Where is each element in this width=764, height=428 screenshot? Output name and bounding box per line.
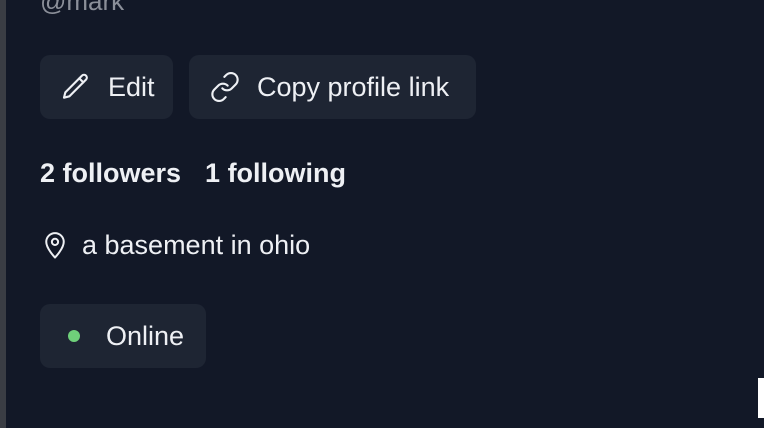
follow-stats: 2 followers 1 following: [40, 156, 346, 190]
following-count[interactable]: 1 following: [205, 156, 346, 190]
pencil-icon: [60, 71, 92, 103]
online-dot-icon: [68, 330, 80, 342]
map-pin-icon: [40, 228, 70, 262]
profile-panel: @mark Edit Copy profile link 2 followers: [0, 0, 764, 428]
status-badge[interactable]: Online: [40, 304, 206, 368]
copy-button-label: Copy profile link: [257, 71, 450, 102]
status-label: Online: [106, 320, 185, 351]
panel-border: [0, 0, 6, 428]
edit-button-label: Edit: [108, 71, 155, 102]
profile-location: a basement in ohio: [40, 228, 310, 262]
profile-actions: Edit Copy profile link: [40, 55, 476, 119]
copy-profile-link-button[interactable]: Copy profile link: [189, 55, 476, 119]
scroll-edge: [758, 378, 764, 418]
followers-count[interactable]: 2 followers: [40, 156, 181, 190]
location-text: a basement in ohio: [82, 229, 311, 260]
edit-button[interactable]: Edit: [40, 55, 173, 119]
profile-handle: @mark: [40, 0, 125, 16]
link-icon: [209, 71, 241, 103]
